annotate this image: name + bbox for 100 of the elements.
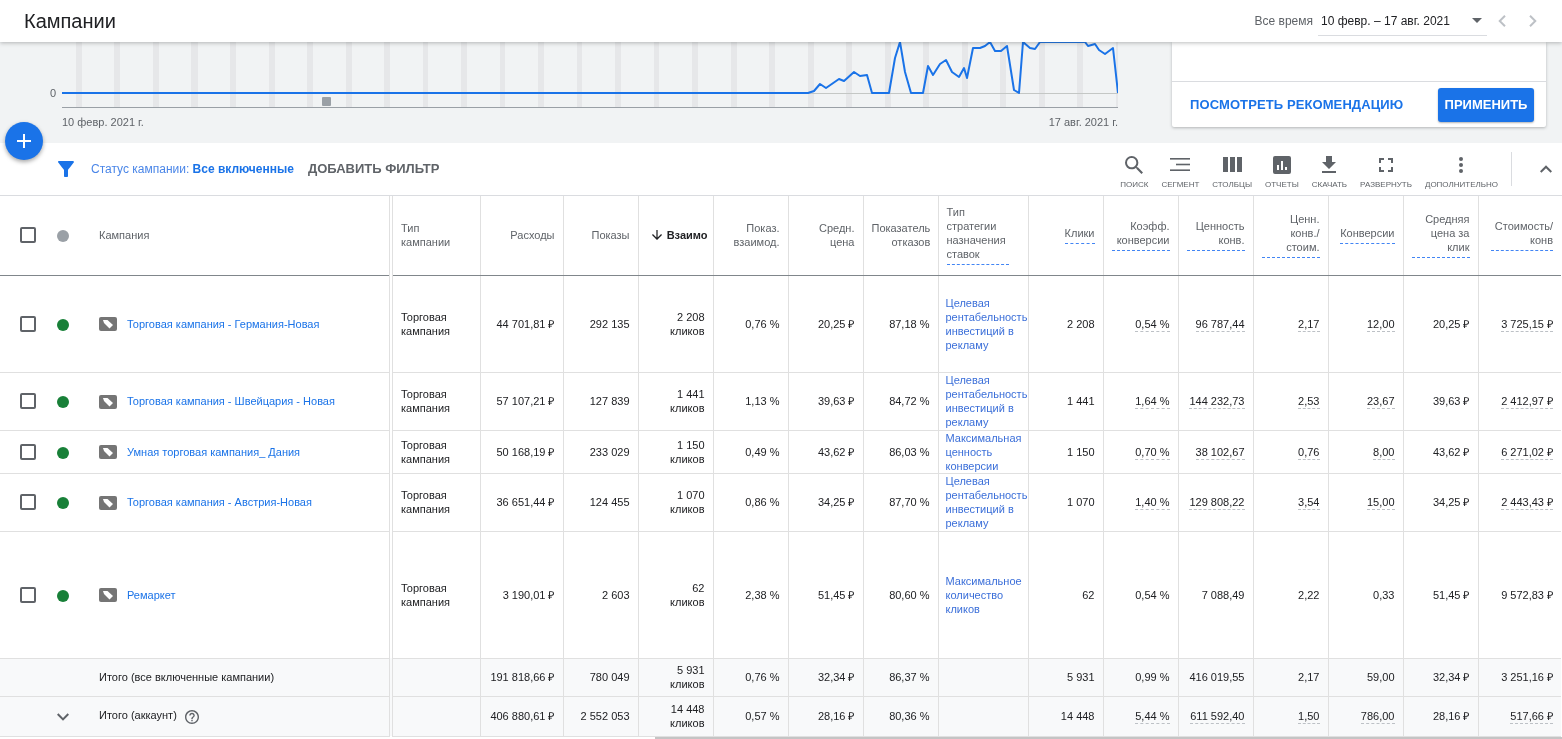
- axis-date-label: 17 авг. 2021 г.: [1048, 116, 1118, 130]
- column-header[interactable]: Стоимость/ конв: [1478, 196, 1561, 275]
- apply-button[interactable]: ПРИМЕНИТЬ: [1438, 87, 1534, 122]
- table-cell: Торговая кампания: [391, 275, 480, 372]
- table-cell: 0,54 %: [1103, 531, 1178, 658]
- plus-icon[interactable]: [17, 134, 31, 148]
- table-cell: 3 251,16 ₽: [1478, 658, 1561, 696]
- table-cell: 1,40 %: [1103, 473, 1178, 531]
- column-header[interactable]: Тип стратегии назначения ставок: [938, 196, 1028, 275]
- column-header[interactable]: Ценн. конв./ стоим.: [1253, 196, 1328, 275]
- table-cell: 0,54 %: [1103, 275, 1178, 372]
- row-checkbox[interactable]: [20, 494, 36, 511]
- help-icon[interactable]: [184, 709, 199, 724]
- y-axis-label: 0: [49, 87, 56, 100]
- more-icon[interactable]: [1459, 156, 1464, 173]
- table-cell: 28,16 ₽: [1403, 696, 1478, 736]
- row-checkbox[interactable]: [20, 443, 36, 460]
- row-checkbox[interactable]: [20, 393, 36, 410]
- table-cell: 34,25 ₽: [1403, 473, 1478, 531]
- column-header[interactable]: Клики: [1028, 196, 1103, 275]
- fullscreen-icon[interactable]: [1379, 157, 1393, 172]
- expand-button[interactable]: РАЗВЕРНУТЬ: [1360, 154, 1412, 190]
- caret-icon[interactable]: [1472, 18, 1482, 23]
- columns-button[interactable]: СТОЛБЦЫ: [1212, 154, 1252, 190]
- table-cell: Торговая кампания: [391, 430, 480, 473]
- table-cell: 12,00: [1328, 275, 1403, 372]
- strategy-link[interactable]: Целевая рентабельность инвестиций в рекламу: [945, 373, 1028, 429]
- table-cell: 14 448: [1028, 696, 1103, 736]
- table-cell: 5 931: [1028, 658, 1103, 696]
- strategy-link[interactable]: Целевая рентабельность инвестиций в рекламу: [945, 295, 1028, 352]
- campaign-link[interactable]: Торговая кампания - Австрия-Новая: [127, 496, 312, 509]
- table-cell: 23,67: [1328, 372, 1403, 430]
- campaign-link[interactable]: Умная торговая кампания_ Дания: [127, 446, 301, 459]
- filter-status-link[interactable]: Статус кампании: Все включенные: [91, 160, 294, 178]
- column-header[interactable]: Взаимо: [638, 196, 713, 275]
- table-cell: Торговая кампания: [391, 372, 480, 430]
- reports-button[interactable]: ОТЧЕТЫ: [1265, 154, 1299, 190]
- campaign-link[interactable]: Торговая кампания - Швейцария - Новая: [127, 395, 335, 408]
- table-cell: 0,33: [1328, 531, 1403, 658]
- table-cell: 517,66 ₽: [1478, 696, 1561, 736]
- sort-arrow-icon[interactable]: [651, 230, 662, 241]
- select-all-checkbox[interactable]: [20, 227, 36, 244]
- more-button[interactable]: ДОПОЛНИТЕЛЬНО: [1424, 154, 1498, 190]
- column-header[interactable]: Расходы: [480, 196, 563, 275]
- strategy-link[interactable]: Целевая рентабельность инвестиций в рекламу: [945, 474, 1028, 530]
- column-header[interactable]: Средн. цена: [788, 196, 863, 275]
- range-handle[interactable]: [322, 97, 331, 106]
- table-cell: 780 049: [563, 658, 638, 696]
- column-header[interactable]: Тип кампании: [391, 196, 480, 275]
- table-cell: 1,13 %: [713, 372, 788, 430]
- table-cell: 3 190,01 ₽: [480, 531, 563, 658]
- table-cell: 1,50: [1253, 696, 1328, 736]
- campaign-link[interactable]: Торговая кампания - Германия-Новая: [127, 318, 320, 331]
- row-checkbox[interactable]: [20, 586, 36, 603]
- strategy-link[interactable]: Максимальное количество кликов: [945, 573, 1028, 616]
- download-icon[interactable]: [1322, 156, 1337, 173]
- add-button[interactable]: [5, 122, 43, 160]
- columns-icon[interactable]: [1222, 157, 1242, 172]
- table-cell: 5,44 %: [1103, 696, 1178, 736]
- axis-date-label: 10 февр. 2021 г.: [62, 116, 144, 130]
- lines-icon[interactable]: [1170, 158, 1191, 171]
- column-header[interactable]: Ценность конв.: [1178, 196, 1253, 275]
- scrollbar-thumb[interactable]: [655, 736, 1562, 739]
- table-cell: 32,34 ₽: [1403, 658, 1478, 696]
- column-header[interactable]: Показы: [563, 196, 638, 275]
- table-cell: 86,37 %: [863, 658, 938, 696]
- date-range-dropdown[interactable]: 10 февр. – 17 авг. 2021: [1318, 6, 1487, 36]
- table-cell: 87,70 %: [863, 473, 938, 531]
- table-cell: 86,03 %: [863, 430, 938, 473]
- column-header[interactable]: Средняя цена за клик: [1403, 196, 1478, 275]
- table-cell: 124 455: [563, 473, 638, 531]
- bar-chart-icon[interactable]: [1272, 155, 1291, 174]
- segment-button[interactable]: СЕГМЕНТ: [1161, 154, 1200, 190]
- search-icon[interactable]: [1125, 155, 1144, 174]
- filter-icon[interactable]: [58, 161, 74, 177]
- column-header[interactable]: Показ. взаимод.: [713, 196, 788, 275]
- add-filter-button[interactable]: ДОБАВИТЬ ФИЛЬТР: [307, 159, 440, 179]
- table-cell: 32,34 ₽: [788, 658, 863, 696]
- row-checkbox[interactable]: [20, 315, 36, 332]
- chevron-down-icon[interactable]: [56, 713, 69, 722]
- table-cell: 0,76 %: [713, 658, 788, 696]
- table-cell: 9 572,83 ₽: [1478, 531, 1561, 658]
- column-header[interactable]: Кампания: [80, 196, 391, 275]
- table-cell: 50 168,19 ₽: [480, 430, 563, 473]
- strategy-link[interactable]: Максимальная ценность конверсии: [945, 430, 1028, 473]
- column-header[interactable]: Конверсии: [1328, 196, 1403, 275]
- search-button[interactable]: ПОИСК: [1120, 154, 1149, 190]
- time-range-label: Все время: [1254, 13, 1313, 30]
- chevron-up-icon[interactable]: [1540, 165, 1552, 173]
- column-header[interactable]: Показатель отказов: [863, 196, 938, 275]
- table-cell: 39,63 ₽: [1403, 372, 1478, 430]
- view-recommendation-link[interactable]: ПОСМОТРЕТЬ РЕКОМЕНДАЦИЮ: [1190, 94, 1404, 115]
- table-cell: 2 443,43 ₽: [1478, 473, 1561, 531]
- table-cell: 2,53: [1253, 372, 1328, 430]
- campaign-link[interactable]: Ремаркет: [127, 589, 176, 602]
- column-header[interactable]: Коэфф. конверсии: [1103, 196, 1178, 275]
- download-button[interactable]: СКАЧАТЬ: [1311, 154, 1348, 190]
- table-cell: 2 603: [563, 531, 638, 658]
- table-cell: 127 839: [563, 372, 638, 430]
- table-cell: 406 880,61 ₽: [480, 696, 563, 736]
